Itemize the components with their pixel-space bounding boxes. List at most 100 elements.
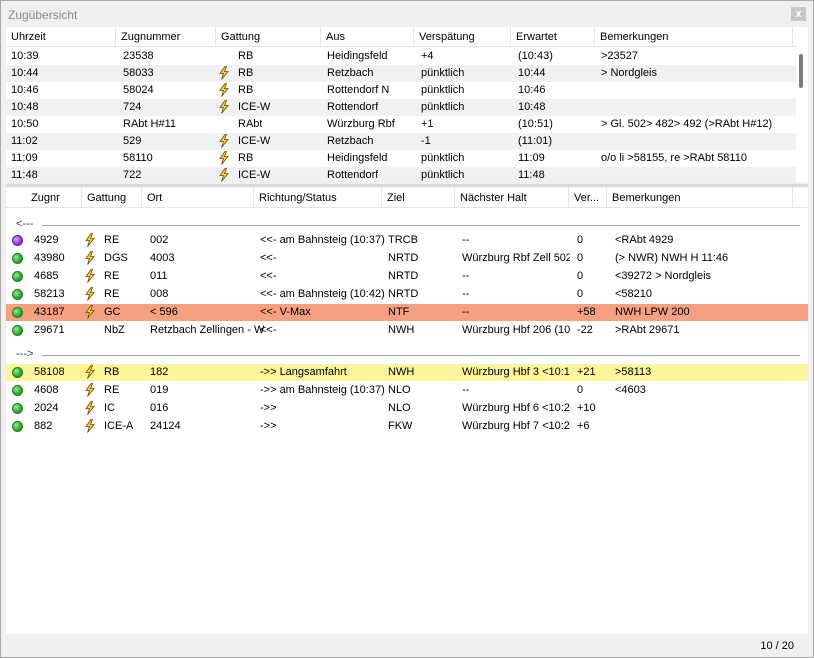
status-dot-icon [12, 421, 23, 432]
status-dot-icon [12, 325, 23, 336]
train-row[interactable]: 4608 RE 019 ->> am Bahnsteig (10:37) NLO -- 0 <… [6, 382, 808, 399]
departure-row[interactable]: 11:09 58110 RB Heidingsfeld pünktlich 11:09 o/… [6, 150, 808, 167]
departure-cell-kind: ICE-W [238, 101, 271, 113]
train-row[interactable]: 58108 RB 182 ->> Langsamfahrt NWH Würzburg Hb… [6, 364, 808, 381]
train-cell-ziel: NWH [388, 324, 415, 336]
departure-cell-expected: 11:09 [518, 152, 545, 164]
departure-row[interactable]: 10:46 58024 RB Rottendorf N pünktlich 10:46 [6, 82, 808, 99]
train-row[interactable]: 4685 RE 011 <<- NRTD -- 0 <39272 > Nordgleis [6, 268, 808, 285]
departure-row[interactable]: 10:48 724 ICE-W Rottendorf pünktlich 10:48 [6, 99, 808, 116]
col-header-ziel[interactable]: Ziel [382, 188, 455, 208]
col-header-bemerkungen[interactable]: Bemerkungen [607, 188, 793, 208]
train-cell-ziel: NWH [388, 366, 415, 378]
lightning-icon [85, 401, 95, 415]
train-row[interactable]: 4929 RE 002 <<- am Bahnsteig (10:37) TRCB -- 0… [6, 232, 808, 249]
departure-cell-expected: (11:01) [518, 135, 553, 147]
col-header-naechster-halt[interactable]: Nächster Halt [455, 188, 569, 208]
departures-scrollbar[interactable] [796, 27, 808, 182]
train-cell-ver: 0 [577, 270, 584, 282]
train-row[interactable]: 43980 DGS 4003 <<- NRTD Würzburg Rbf Zell 502… [6, 250, 808, 267]
train-row[interactable]: 29671 NbZ Retzbach Zellingen - W <<- NWH Würz… [6, 322, 808, 339]
train-cell-ort: 182 [150, 366, 169, 378]
train-row[interactable]: 43187 GC < 596 <<- V-Max NTF -- +58 NWH LPW 200 [6, 304, 808, 321]
departure-cell-kind: RB [238, 152, 254, 164]
status-dot-icon [12, 307, 23, 318]
train-cell-nr: 882 [34, 420, 53, 432]
departure-cell-from: Rottendorf [327, 169, 379, 181]
departure-cell-time: 10:50 [11, 118, 39, 130]
train-cell-ziel: NRTD [388, 288, 419, 300]
departure-cell-time: 11:02 [11, 135, 38, 147]
train-cell-richtung: <<- [260, 324, 277, 336]
train-cell-kind: IC [104, 402, 115, 414]
col-header-gattung[interactable]: Gattung [216, 27, 321, 47]
train-cell-nr: 43187 [34, 306, 65, 318]
train-cell-kind: RE [104, 288, 120, 300]
scrollbar-thumb[interactable] [799, 54, 803, 88]
train-cell-ort: 4003 [150, 252, 175, 264]
train-row[interactable]: 58213 RE 008 <<- am Bahnsteig (10:42) NRTD --… [6, 286, 808, 303]
train-cell-halt: Würzburg Hbf 6 <10:24 [462, 402, 570, 414]
col-header-bemerkungen[interactable]: Bemerkungen [595, 27, 793, 47]
col-header-gattung[interactable]: Gattung [82, 188, 142, 208]
departure-row[interactable]: 11:48 722 ICE-W Rottendorf pünktlich 11:48 [6, 167, 808, 182]
train-cell-ver: +21 [577, 366, 596, 378]
section-divider [42, 225, 800, 226]
train-cell-ziel: NTF [388, 306, 410, 318]
col-header-erwartet[interactable]: Erwartet [511, 27, 595, 47]
train-cell-remark: (> NWR) NWH H 11:46 [615, 252, 729, 264]
train-cell-halt: Würzburg Rbf Zell 502 [462, 252, 570, 264]
departure-cell-time: 11:09 [11, 152, 38, 164]
lightning-icon [219, 168, 229, 182]
status-dot-icon [12, 367, 23, 378]
train-cell-ver: 0 [577, 288, 584, 300]
departure-cell-from: Rottendorf N [327, 84, 390, 96]
lightning-icon [219, 66, 229, 80]
lightning-icon [85, 269, 95, 283]
departure-cell-expected: (10:43) [518, 50, 553, 62]
status-dot-icon [12, 289, 23, 300]
train-cell-ort: 24124 [150, 420, 181, 432]
col-header-verspaetung[interactable]: Ver... [569, 188, 607, 208]
lightning-icon [85, 365, 95, 379]
departure-row[interactable]: 11:02 529 ICE-W Retzbach -1 (11:01) [6, 133, 808, 150]
departure-cell-delay: pünktlich [421, 67, 465, 79]
departure-cell-time: 10:46 [11, 84, 39, 96]
train-cell-nr: 43980 [34, 252, 65, 264]
col-header-zugnummer[interactable]: Zugnummer [116, 27, 216, 47]
departure-cell-time: 11:48 [11, 169, 38, 181]
col-header-richtung-status[interactable]: Richtung/Status [254, 188, 382, 208]
train-cell-ziel: FKW [388, 420, 413, 432]
col-header-aus[interactable]: Aus [321, 27, 414, 47]
departure-cell-from: Heidingsfeld [327, 152, 388, 164]
section-separator-right: ---> [6, 348, 808, 362]
train-row[interactable]: 2024 IC 016 ->> NLO Würzburg Hbf 6 <10:24 +10 [6, 400, 808, 417]
departure-cell-delay: pünktlich [421, 152, 465, 164]
departure-row[interactable]: 10:50 RAbt H#11 RAbt Würzburg Rbf +1 (10:51) >… [6, 116, 808, 133]
col-header-uhrzeit[interactable]: Uhrzeit [6, 27, 116, 47]
train-cell-remark: <39272 > Nordgleis [615, 270, 712, 282]
col-header-verspaetung[interactable]: Verspätung [414, 27, 511, 47]
departure-cell-delay: -1 [421, 135, 431, 147]
train-cell-ziel: TRCB [388, 234, 418, 246]
section-divider [42, 355, 800, 356]
train-row[interactable]: 882 ICE-A 24124 ->> FKW Würzburg Hbf 7 <10:20… [6, 418, 808, 435]
train-cell-nr: 4685 [34, 270, 59, 282]
departure-cell-from: Heidingsfeld [327, 50, 388, 62]
panel-splitter[interactable] [6, 184, 808, 187]
train-cell-ort: 002 [150, 234, 169, 246]
train-cell-ziel: NLO [388, 402, 411, 414]
departure-row[interactable]: 10:44 58033 RB Retzbach pünktlich 10:44 > Nord… [6, 65, 808, 82]
close-icon[interactable]: x [791, 7, 806, 21]
status-dot-icon [12, 385, 23, 396]
col-header-ort[interactable]: Ort [142, 188, 254, 208]
col-header-zugnr[interactable]: Zugnr [26, 188, 82, 208]
train-cell-ort: Retzbach Zellingen - W [150, 324, 265, 336]
train-cell-ziel: NRTD [388, 270, 419, 282]
section-label-right: ---> [16, 348, 34, 360]
departure-row[interactable]: 10:39 23538 RB Heidingsfeld +4 (10:43) >23527 [6, 48, 808, 65]
train-cell-nr: 2024 [34, 402, 59, 414]
train-cell-kind: DGS [104, 252, 128, 264]
train-cell-richtung: <<- V-Max [260, 306, 311, 318]
train-cell-remark: NWH LPW 200 [615, 306, 690, 318]
